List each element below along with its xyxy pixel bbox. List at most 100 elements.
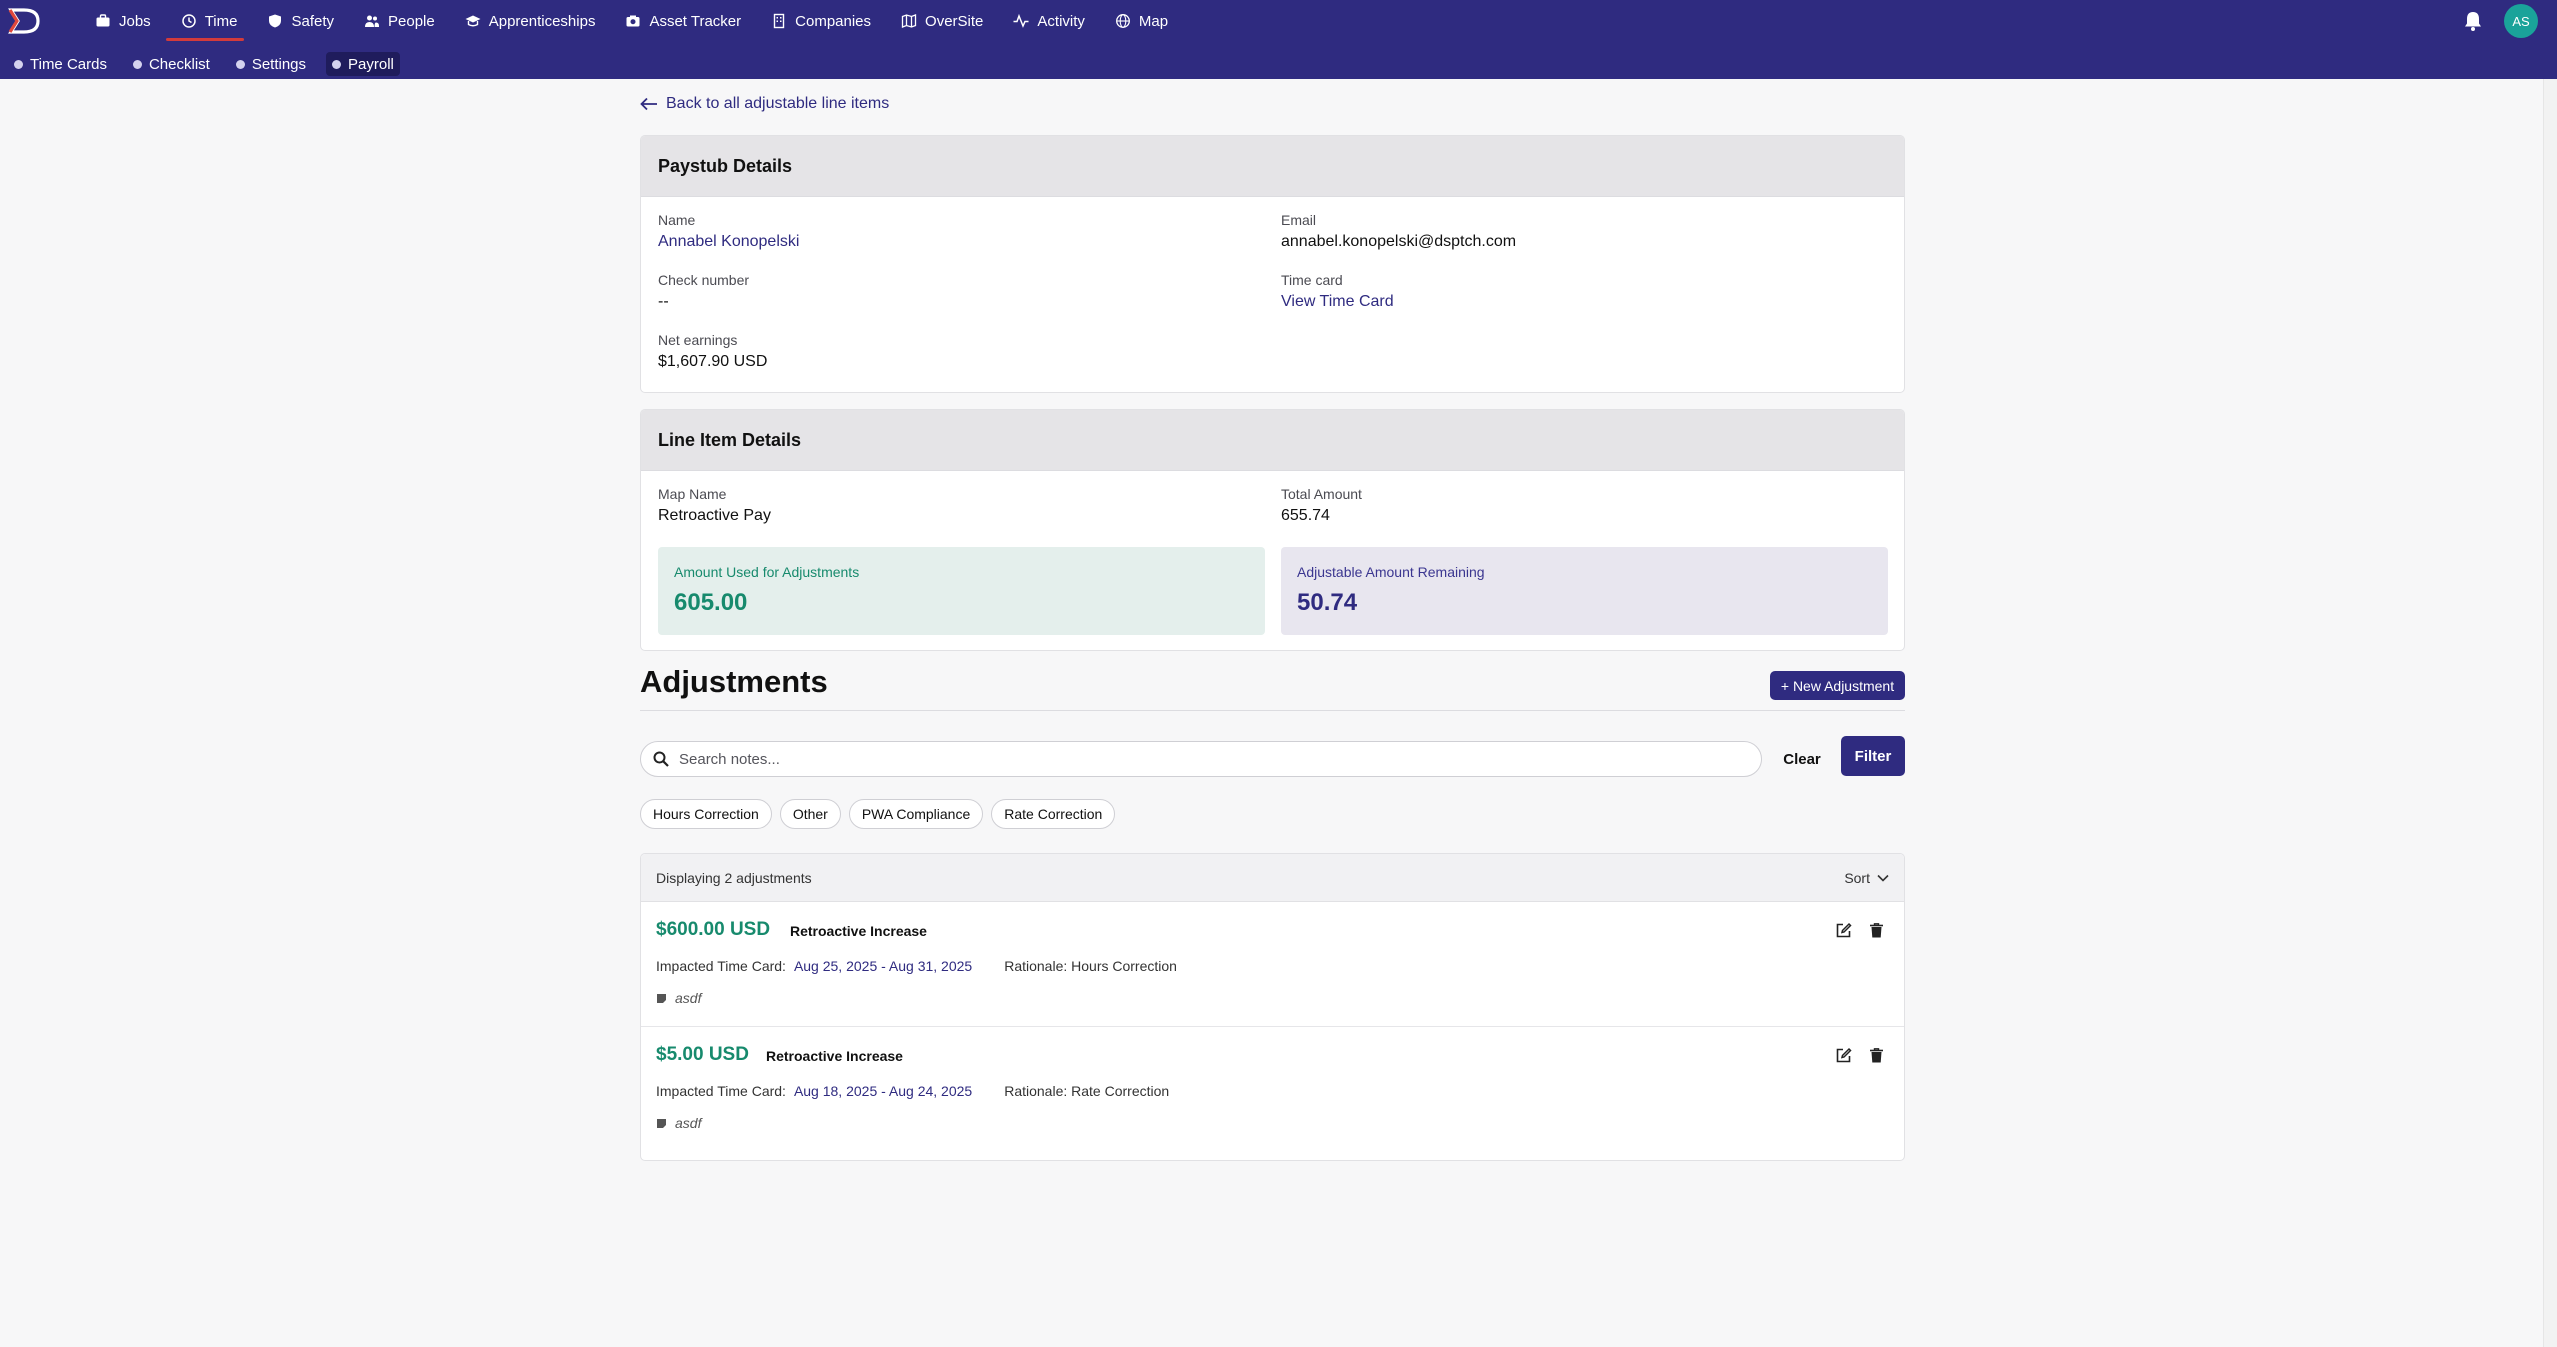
secondary-nav: Time Cards Checklist Settings Payroll [8,51,400,77]
chip-rate-correction[interactable]: Rate Correction [991,799,1116,829]
shield-icon [269,14,282,28]
field-label: Net earnings [658,332,738,348]
subnav-item-checklist[interactable]: Checklist [127,52,216,76]
search-bar [640,741,1762,777]
nav-item-label: Jobs [119,12,151,30]
amount-used-stat: Amount Used for Adjustments 605.00 [658,547,1265,635]
globe-icon [1115,14,1130,28]
dispatch-logo[interactable] [8,6,42,36]
filter-button[interactable]: Filter [1841,736,1905,776]
sort-label: Sort [1844,869,1870,886]
net-earnings-value: $1,607.90 USD [658,353,768,370]
new-adjustment-button[interactable]: + New Adjustment [1770,671,1905,700]
subnav-item-label: Settings [251,55,307,73]
graduation-cap-icon [465,15,481,27]
back-link-label: Back to all adjustable line items [666,95,890,112]
map-name-field: Map Name Retroactive Pay [658,486,771,525]
nav-item-activity[interactable]: Activity [998,0,1100,42]
stat-label: Amount Used for Adjustments [674,564,860,580]
line-item-details-card: Line Item Details Map Name Retroactive P… [640,409,1905,651]
nav-item-label: Companies [795,12,872,30]
nav-item-time[interactable]: Time [166,0,253,42]
map-fold-icon [901,14,917,28]
user-avatar[interactable]: AS [2504,4,2538,38]
card-title: Line Item Details [641,410,1904,471]
rationale-filter-chips: Hours Correction Other PWA Compliance Ra… [640,799,1116,829]
adjustments-heading: Adjustments [640,664,828,699]
active-nav-indicator [166,38,244,41]
clear-button[interactable]: Clear [1777,741,1827,777]
chevron-down-icon [1877,874,1889,882]
notifications-bell-icon[interactable] [2460,8,2486,34]
field-label: Map Name [658,486,727,502]
chip-other[interactable]: Other [779,799,841,829]
field-label: Total Amount [1281,486,1362,502]
edit-icon[interactable] [1835,1047,1852,1064]
edit-icon[interactable] [1835,922,1852,939]
nav-item-label: Activity [1037,12,1085,30]
field-label: Time card [1281,272,1343,288]
clock-icon [181,14,196,28]
view-time-card-link[interactable]: View Time Card [1281,293,1394,311]
divider [640,710,1905,711]
note-text: asdf [675,1115,702,1131]
camera-icon [626,15,640,27]
arrow-left-icon [640,97,657,111]
net-earnings-field: Net earnings $1,607.90 USD [658,332,767,371]
nav-item-label: Asset Tracker [649,12,742,30]
field-label: Email [1281,212,1317,228]
adjustment-note: asdf [656,1115,701,1131]
employee-name-link[interactable]: Annabel Konopelski [658,233,799,251]
name-field: Name Annabel Konopelski [658,212,799,251]
nav-item-jobs[interactable]: Jobs [80,0,166,42]
note-text: asdf [675,990,702,1006]
nav-item-label: People [388,12,435,30]
nav-item-safety[interactable]: Safety [252,0,349,42]
sort-dropdown[interactable]: Sort [1844,870,1889,886]
nav-item-map[interactable]: Map [1100,0,1183,42]
adjustment-note: asdf [656,990,701,1006]
nav-item-asset-tracker[interactable]: Asset Tracker [610,0,756,42]
adjustment-type: Retroactive Increase [790,923,927,939]
chip-hours-correction[interactable]: Hours Correction [640,799,772,829]
trash-icon[interactable] [1868,922,1885,939]
nav-item-oversite[interactable]: OverSite [886,0,998,42]
subnav-item-payroll[interactable]: Payroll [326,52,400,76]
nav-item-label: Apprenticeships [488,12,596,30]
nav-item-people[interactable]: People [349,0,450,42]
time-card-range-link[interactable]: Aug 25, 2025 - Aug 31, 2025 [794,958,972,974]
time-card-field: Time card View Time Card [1281,272,1394,311]
dot-icon [14,59,23,69]
nav-item-apprenticeships[interactable]: Apprenticeships [450,0,611,42]
amount-remaining-stat: Adjustable Amount Remaining 50.74 [1281,547,1888,635]
back-link[interactable]: Back to all adjustable line items [640,95,889,113]
nav-item-label: OverSite [925,12,984,30]
dot-icon [132,59,142,69]
map-name-value: Retroactive Pay [658,507,771,524]
building-icon [773,13,785,29]
adjustment-meta: Impacted Time Card: Aug 25, 2025 - Aug 3… [656,958,1177,974]
check-number-value: -- [658,293,669,310]
nav-item-companies[interactable]: Companies [756,0,886,42]
chip-pwa-compliance[interactable]: PWA Compliance [848,799,984,829]
row-actions [1835,922,1885,939]
activity-icon [1013,13,1029,28]
subnav-item-settings[interactable]: Settings [230,52,312,76]
total-amount-field: Total Amount 655.74 [1281,486,1362,525]
vertical-scrollbar[interactable] [2543,79,2557,1347]
adjustment-amount: $600.00 USD [656,919,771,940]
nav-item-label: Time [204,12,238,30]
stat-value: 605.00 [674,589,748,616]
time-card-range-link[interactable]: Aug 18, 2025 - Aug 24, 2025 [794,1083,972,1099]
briefcase-icon [96,14,110,27]
search-icon [653,751,669,767]
subnav-item-label: Time Cards [30,55,107,73]
search-notes-input[interactable] [679,750,1729,768]
people-icon [365,15,379,27]
trash-icon[interactable] [1868,1047,1885,1064]
field-label: Check number [658,272,750,288]
check-number-field: Check number -- [658,272,749,311]
rationale-text: Rationale: Rate Correction [1004,1083,1170,1099]
subnav-item-time-cards[interactable]: Time Cards [8,52,113,76]
email-value: annabel.konopelski@dsptch.com [1281,233,1517,250]
